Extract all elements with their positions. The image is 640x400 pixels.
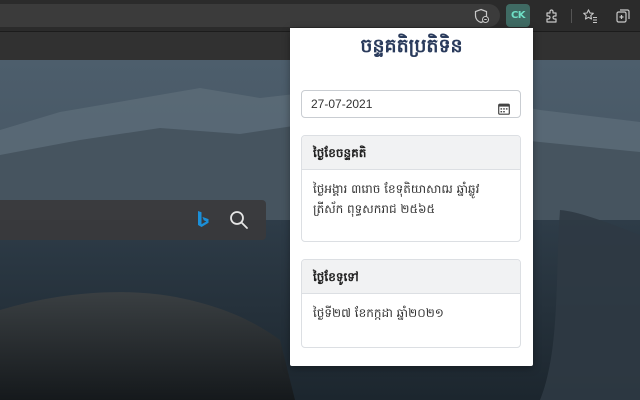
extension-ck-icon[interactable]: CK [506,4,530,27]
extension-popup: ចន្ទគតិប្រតិទិន 27-07-2021 ថ្ងៃខែចន្ទគតិ… [290,28,533,366]
extension-badge-label: CK [510,10,526,21]
lunar-date-card: ថ្ងៃខែចន្ទគតិ ថ្ងៃអង្គារ ៣រោច ខែទុតិយាសា… [301,135,521,242]
tracking-prevention-icon[interactable] [470,4,494,27]
popup-title: ចន្ទគតិប្រតិទិន [360,35,463,57]
date-input[interactable]: 27-07-2021 [301,90,521,118]
date-value: 27-07-2021 [311,97,373,111]
extensions-icon[interactable] [540,4,564,27]
lunar-date-card-body: ថ្ងៃអង្គារ ៣រោច ខែទុតិយាសាឍ ឆ្នាំឆ្លូវ ត… [313,182,480,216]
solar-date-card-body: ថ្ងៃទី២៧ ខែកក្កដា ឆ្នាំ២០២១ [313,306,444,320]
collections-icon[interactable] [611,4,635,27]
favorites-icon[interactable] [578,4,602,27]
search-icon[interactable] [229,210,249,230]
web-search-box[interactable] [0,200,266,240]
toolbar-divider [571,9,572,23]
lunar-date-card-header: ថ្ងៃខែចន្ទគតិ [302,136,520,170]
address-bar[interactable] [0,4,500,27]
solar-date-card-header: ថ្ងៃខែទូទៅ [302,260,520,294]
calendar-icon[interactable] [498,98,510,124]
solar-date-card: ថ្ងៃខែទូទៅ ថ្ងៃទី២៧ ខែកក្កដា ឆ្នាំ២០២១ [301,259,521,348]
bing-icon[interactable] [196,210,210,230]
